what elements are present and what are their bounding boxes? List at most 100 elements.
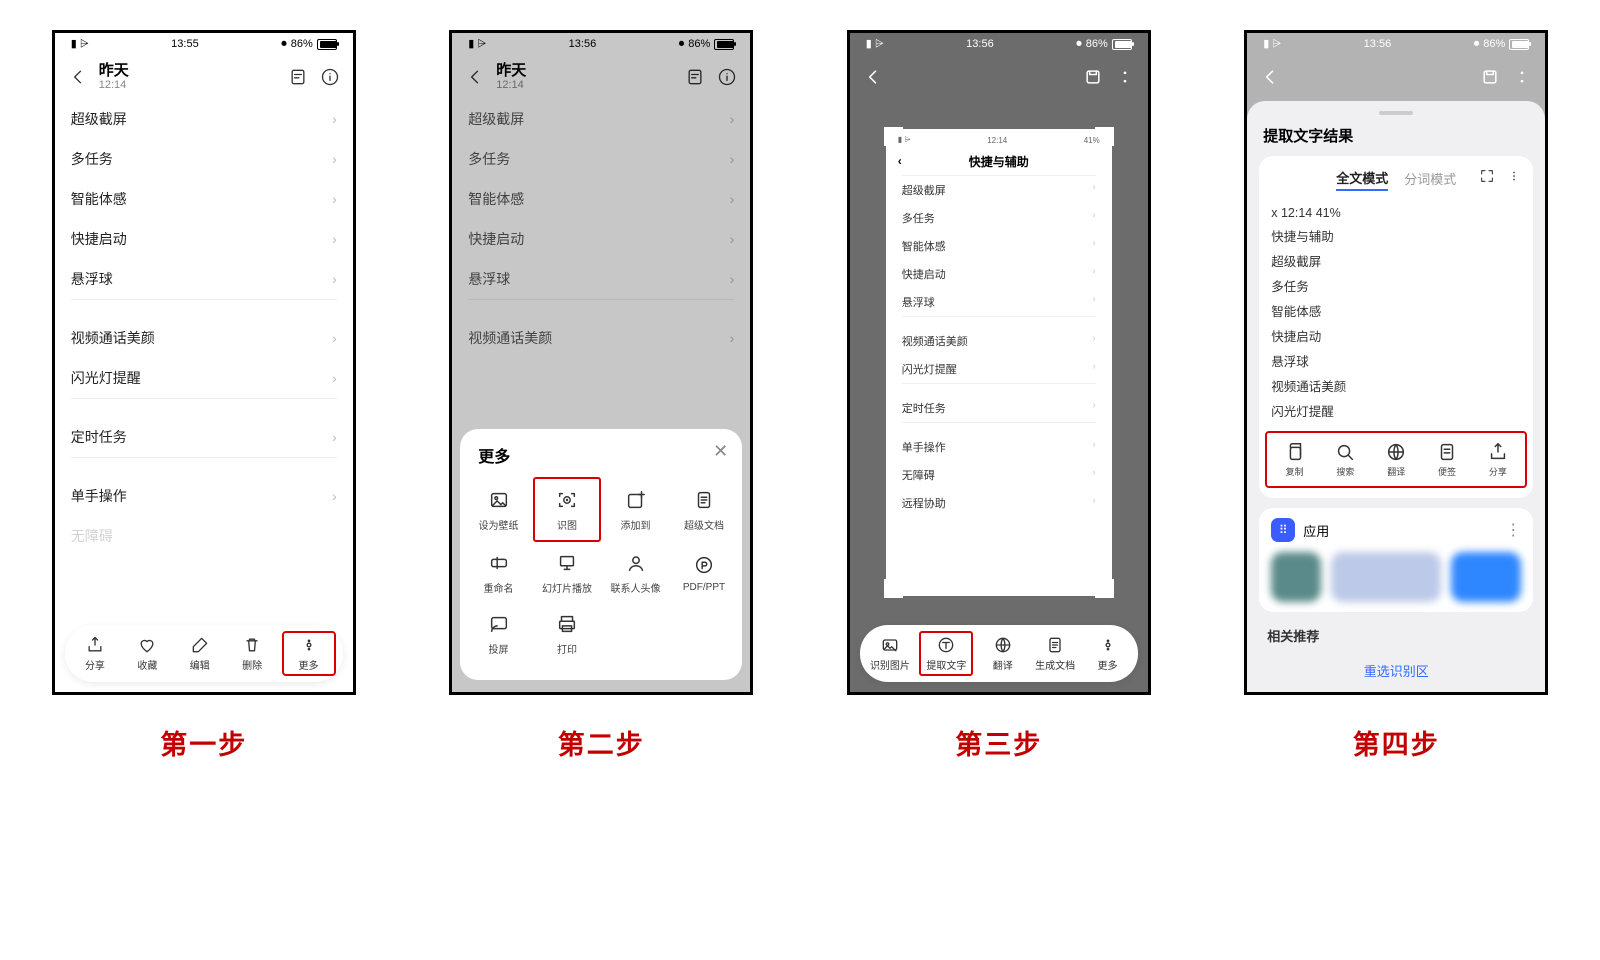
list-item[interactable]: 无障碍 (55, 516, 353, 556)
translate-button[interactable]: 翻译 (980, 635, 1026, 672)
drag-handle[interactable] (1379, 111, 1413, 115)
super-document-button[interactable]: 超级文档 (670, 477, 739, 542)
ocr-line[interactable]: 智能体感 (1271, 298, 1521, 323)
more-button[interactable]: 更多 (282, 631, 336, 676)
ocr-line[interactable]: 超级截屏 (1271, 248, 1521, 273)
mode-tabs: 全文模式 分词模式 (1271, 166, 1521, 195)
header-time: 12:14 (99, 79, 277, 91)
back-icon[interactable] (1259, 66, 1281, 88)
step-label: 第四步 (1353, 723, 1440, 762)
list-item[interactable]: 单手操作› (55, 476, 353, 516)
gallery-toolbar: 分享 收藏 编辑 删除 更多 (65, 625, 343, 682)
info-icon[interactable] (319, 66, 341, 88)
save-icon[interactable] (1479, 66, 1501, 88)
set-wallpaper-button[interactable]: 设为壁纸 (464, 477, 533, 542)
more-button[interactable]: 更多 (1085, 635, 1131, 672)
back-icon[interactable] (862, 66, 884, 88)
crop-corner-icon (884, 579, 903, 598)
print-button[interactable]: 打印 (533, 603, 602, 664)
battery-icon (317, 39, 337, 50)
result-title: 提取文字结果 (1247, 125, 1545, 156)
favorite-button[interactable]: 收藏 (124, 635, 170, 672)
extract-text-button[interactable]: 提取文字 (919, 631, 973, 676)
more-sheet: 更多 ✕ 设为壁纸 识图 添加到 超级文档 重命名 幻灯片播放 联系人头像 PD… (460, 429, 742, 680)
preview-card: ▮ ⩥12:1441% ‹快捷与辅助 超级截屏› 多任务› 智能体感› 快捷启动… (890, 133, 1108, 592)
list-item[interactable]: 快捷启动› (55, 219, 353, 259)
pdf-ppt-button[interactable]: PDF/PPT (670, 542, 739, 603)
share-button[interactable]: 分享 (72, 635, 118, 672)
inner-back-icon: ‹ (898, 154, 902, 168)
ocr-line[interactable]: 快捷启动 (1271, 323, 1521, 348)
step-1: ▮ ⩥ 13:55 ⏺86% 昨天 12:14 超级截屏› 多任务› 智能体感›… (52, 30, 356, 762)
add-to-button[interactable]: 添加到 (601, 477, 670, 542)
ocr-actions: 复制 搜索 翻译 便签 分享 (1265, 431, 1527, 488)
search-button[interactable]: 搜索 (1334, 441, 1356, 478)
close-icon[interactable]: ✕ (713, 441, 728, 462)
step-label: 第三步 (955, 723, 1042, 762)
back-icon[interactable] (67, 66, 89, 88)
fullscreen-icon[interactable] (1479, 168, 1495, 189)
step-label: 第二步 (558, 723, 645, 762)
step-3: ▮ ⩥ 13:56 ⏺86% ▮ ⩥12:1441% ‹快捷与辅助 超级截屏› … (847, 30, 1151, 762)
crop-corner-icon (884, 127, 903, 146)
status-bar: ▮ ⩥ 13:56 ⏺86% (850, 33, 1148, 55)
sheet-title: 更多 (464, 443, 738, 467)
status-right: ⏺86% (281, 38, 337, 51)
phone-3-frame: ▮ ⩥ 13:56 ⏺86% ▮ ⩥12:1441% ‹快捷与辅助 超级截屏› … (847, 30, 1151, 695)
recognize-image-button[interactable]: 识图 (533, 477, 602, 542)
ocr-line[interactable]: 视频通话美颜 (1271, 373, 1521, 398)
reselect-region-link[interactable]: 重选识别区 (1247, 661, 1545, 680)
tab-full-text[interactable]: 全文模式 (1336, 166, 1388, 191)
gallery-header: 昨天 12:14 (55, 55, 353, 99)
phone-4-frame: ▮ ⩥ 13:56 ⏺86% 提取文字结果 全文模式 分词模式 (1244, 30, 1548, 695)
list-item[interactable]: 智能体感› (55, 179, 353, 219)
more-vert-icon[interactable] (1507, 168, 1521, 189)
more-vert-icon[interactable] (1114, 66, 1136, 88)
ocr-line[interactable]: 多任务 (1271, 273, 1521, 298)
identify-image-button[interactable]: 识别图片 (867, 635, 913, 672)
list-item[interactable]: 闪光灯提醒› (55, 358, 353, 398)
ocr-line[interactable]: x 12:14 41% (1271, 203, 1521, 223)
share-button[interactable]: 分享 (1487, 441, 1509, 478)
inner-header: ‹快捷与辅助 (890, 147, 1108, 175)
crop-corner-icon (1095, 579, 1114, 598)
list-item[interactable]: 多任务› (55, 139, 353, 179)
top-header (1247, 55, 1545, 99)
phone-2-frame: ▮ ⩥ 13:56 ⏺86% 昨天12:14 超级截屏› 多任务› 智能体感› … (449, 30, 753, 695)
ocr-line[interactable]: 快捷与辅助 (1271, 223, 1521, 248)
crop-corner-icon (1095, 127, 1114, 146)
notes-icon[interactable] (287, 66, 309, 88)
status-bar: ▮ ⩥ 13:56 ⏺86% (1247, 33, 1545, 55)
cast-button[interactable]: 投屏 (464, 603, 533, 664)
ocr-line[interactable]: 闪光灯提醒 (1271, 398, 1521, 423)
delete-button[interactable]: 删除 (229, 635, 275, 672)
phone-1-frame: ▮ ⩥ 13:55 ⏺86% 昨天 12:14 超级截屏› 多任务› 智能体感›… (52, 30, 356, 695)
step-label: 第一步 (160, 723, 247, 762)
copy-button[interactable]: 复制 (1284, 441, 1306, 478)
note-button[interactable]: 便签 (1436, 441, 1458, 478)
list-item[interactable]: 视频通话美颜› (55, 318, 353, 358)
generate-doc-button[interactable]: 生成文档 (1032, 635, 1078, 672)
step-2: ▮ ⩥ 13:56 ⏺86% 昨天12:14 超级截屏› 多任务› 智能体感› … (449, 30, 753, 762)
more-vert-icon[interactable] (1511, 66, 1533, 88)
edit-button[interactable]: 编辑 (177, 635, 223, 672)
list-item[interactable]: 超级截屏› (55, 99, 353, 139)
slideshow-button[interactable]: 幻灯片播放 (533, 542, 602, 603)
more-vert-icon[interactable]: ⋮ (1505, 520, 1521, 540)
list-item[interactable]: 定时任务› (55, 417, 353, 457)
inner-status-bar: ▮ ⩥12:1441% (890, 133, 1108, 147)
tab-segment[interactable]: 分词模式 (1404, 167, 1456, 190)
status-time: 13:55 (171, 38, 199, 50)
step-4: ▮ ⩥ 13:56 ⏺86% 提取文字结果 全文模式 分词模式 (1244, 30, 1548, 762)
chevron-right-icon: › (332, 111, 337, 127)
rename-button[interactable]: 重命名 (464, 542, 533, 603)
list-item[interactable]: 悬浮球› (55, 259, 353, 299)
recognize-header (850, 55, 1148, 99)
translate-button[interactable]: 翻译 (1385, 441, 1407, 478)
blurred-content (1271, 552, 1521, 602)
ocr-line[interactable]: 悬浮球 (1271, 348, 1521, 373)
save-icon[interactable] (1082, 66, 1104, 88)
related-title: 相关推荐 (1247, 622, 1545, 649)
settings-list: 超级截屏› 多任务› 智能体感› 快捷启动› 悬浮球› 视频通话美颜› 闪光灯提… (55, 99, 353, 556)
contact-avatar-button[interactable]: 联系人头像 (601, 542, 670, 603)
